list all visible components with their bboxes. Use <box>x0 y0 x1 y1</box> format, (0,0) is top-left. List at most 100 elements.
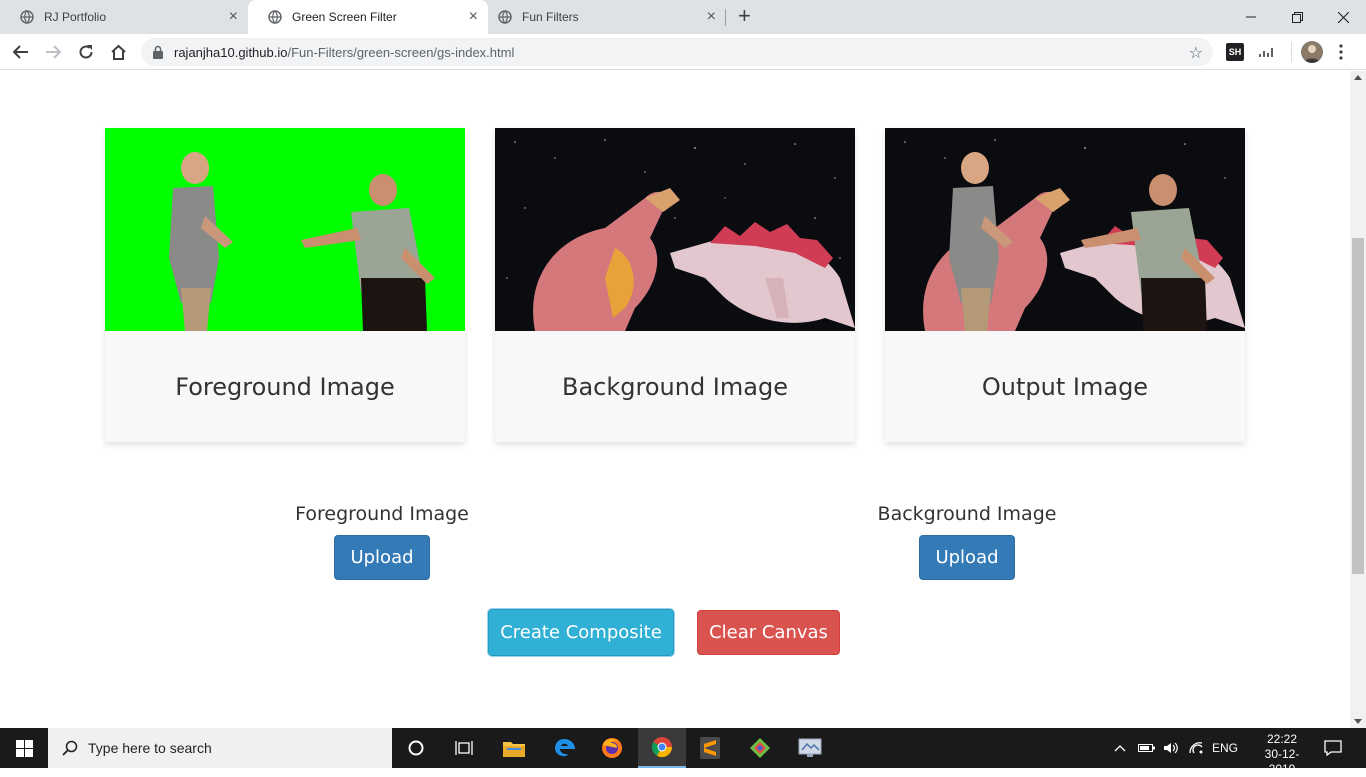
kebab-menu-icon <box>1339 44 1343 60</box>
monitor-app-icon <box>798 738 822 757</box>
sublime-taskbar[interactable] <box>686 728 734 768</box>
new-tab-button[interactable]: + <box>738 5 751 27</box>
close-tab-icon[interactable]: × <box>229 9 238 25</box>
volume-icon[interactable] <box>1163 728 1179 768</box>
foreground-upload-label: Foreground Image <box>295 503 469 525</box>
page-scrollbar[interactable] <box>1350 71 1366 728</box>
language-indicator[interactable]: ENG <box>1212 728 1238 768</box>
card-caption: Background Image <box>562 372 788 401</box>
firefox-taskbar[interactable] <box>588 728 636 768</box>
tab-label: Green Screen Filter <box>292 10 397 24</box>
tab-rj-portfolio[interactable]: RJ Portfolio × <box>0 0 248 34</box>
chevron-up-icon <box>1114 745 1126 752</box>
system-clock[interactable]: 22:22 30-12-2019 <box>1252 732 1312 777</box>
battery-icon[interactable] <box>1138 728 1156 768</box>
taskbar: Type here to search ENG 22:22 30-12-2019 <box>0 728 1366 776</box>
close-tab-icon[interactable]: × <box>469 9 478 25</box>
globe-icon <box>268 10 282 24</box>
url-text: rajanjha10.github.io/Fun-Filters/green-s… <box>174 45 514 60</box>
create-composite-button[interactable]: Create Composite <box>487 608 675 657</box>
clear-canvas-button[interactable]: Clear Canvas <box>697 610 840 655</box>
sublime-text-icon <box>700 737 720 759</box>
bar-chart-icon <box>1259 48 1273 57</box>
avatar-icon <box>1304 45 1320 63</box>
restore-icon <box>1291 11 1303 23</box>
toolbar-divider <box>1291 42 1292 62</box>
chrome-icon <box>651 737 673 758</box>
foreground-card: Foreground Image <box>105 128 465 442</box>
chrome-taskbar[interactable] <box>638 728 686 768</box>
back-button[interactable] <box>10 41 32 63</box>
lock-icon <box>153 45 163 59</box>
scrollbar-thumb[interactable] <box>1352 238 1364 574</box>
search-placeholder: Type here to search <box>88 740 212 756</box>
page-content: Foreground Image Background Image Output… <box>0 71 1350 728</box>
show-hidden-icons-button[interactable] <box>1114 728 1128 768</box>
wifi-icon[interactable] <box>1188 728 1204 768</box>
restore-button[interactable] <box>1274 0 1320 34</box>
menu-button[interactable] <box>1334 43 1348 61</box>
url-path: /Fun-Filters/green-screen/gs-index.html <box>287 45 515 60</box>
git-taskbar[interactable] <box>736 728 784 768</box>
close-tab-icon[interactable]: × <box>707 9 716 25</box>
file-explorer-taskbar[interactable] <box>490 728 538 768</box>
edge-taskbar[interactable] <box>540 728 588 768</box>
card-caption: Output Image <box>981 372 1149 401</box>
search-icon <box>62 740 78 756</box>
home-button[interactable] <box>107 41 129 63</box>
close-window-button[interactable] <box>1320 0 1366 34</box>
extension-label: SH <box>1228 47 1242 57</box>
extension-sh-icon[interactable]: SH <box>1226 43 1244 61</box>
globe-icon <box>498 10 512 24</box>
app-taskbar[interactable] <box>786 728 834 768</box>
card-caption: Foreground Image <box>175 372 395 401</box>
output-canvas <box>885 128 1245 331</box>
tab-separator <box>725 9 726 26</box>
arrow-right-icon <box>46 45 61 59</box>
background-upload-button[interactable]: Upload <box>919 535 1015 580</box>
background-canvas <box>495 128 855 331</box>
clock-time: 22:22 <box>1266 732 1298 746</box>
start-button[interactable] <box>0 728 48 768</box>
tab-label: RJ Portfolio <box>44 10 107 24</box>
arrow-left-icon <box>13 45 28 59</box>
firefox-icon <box>602 738 622 758</box>
scroll-up-arrow-icon[interactable] <box>1354 75 1362 80</box>
bookmark-star-icon[interactable]: ☆ <box>1189 43 1203 63</box>
git-icon <box>750 738 770 758</box>
tab-label: Fun Filters <box>522 10 579 24</box>
forward-button[interactable] <box>42 41 64 63</box>
extension-chart-icon[interactable] <box>1258 43 1276 61</box>
taskbar-search-box[interactable]: Type here to search <box>48 728 392 768</box>
cortana-button[interactable] <box>392 728 440 768</box>
cortana-circle-icon <box>408 740 424 756</box>
task-view-icon <box>455 741 473 755</box>
action-center-icon <box>1324 740 1342 756</box>
reload-button[interactable] <box>75 41 97 63</box>
task-view-button[interactable] <box>440 728 488 768</box>
reload-icon <box>79 45 93 59</box>
globe-icon <box>20 10 34 24</box>
edge-browser-icon <box>555 739 575 757</box>
folder-icon <box>503 742 525 757</box>
foreground-upload-button[interactable]: Upload <box>334 535 430 580</box>
browser-toolbar: rajanjha10.github.io/Fun-Filters/green-s… <box>0 34 1366 70</box>
home-icon <box>110 44 126 60</box>
clock-date: 30-12-2019 <box>1264 747 1300 776</box>
scroll-down-arrow-icon[interactable] <box>1354 719 1362 724</box>
output-card: Output Image <box>885 128 1245 442</box>
windows-logo-icon <box>15 739 33 757</box>
tab-fun-filters[interactable]: Fun Filters × <box>488 0 726 34</box>
tab-green-screen-filter[interactable]: Green Screen Filter × <box>248 0 488 34</box>
address-bar[interactable]: rajanjha10.github.io/Fun-Filters/green-s… <box>141 38 1213 66</box>
background-upload-label: Background Image <box>877 503 1057 525</box>
minimize-icon <box>1246 16 1256 18</box>
tab-strip: RJ Portfolio × Green Screen Filter × Fun… <box>0 0 1366 34</box>
close-icon <box>1337 11 1349 23</box>
minimize-button[interactable] <box>1228 0 1274 34</box>
profile-avatar[interactable] <box>1301 41 1323 63</box>
foreground-canvas <box>105 128 465 331</box>
background-card: Background Image <box>495 128 855 442</box>
notifications-button[interactable] <box>1324 728 1342 768</box>
url-host: rajanjha10.github.io <box>174 45 288 60</box>
